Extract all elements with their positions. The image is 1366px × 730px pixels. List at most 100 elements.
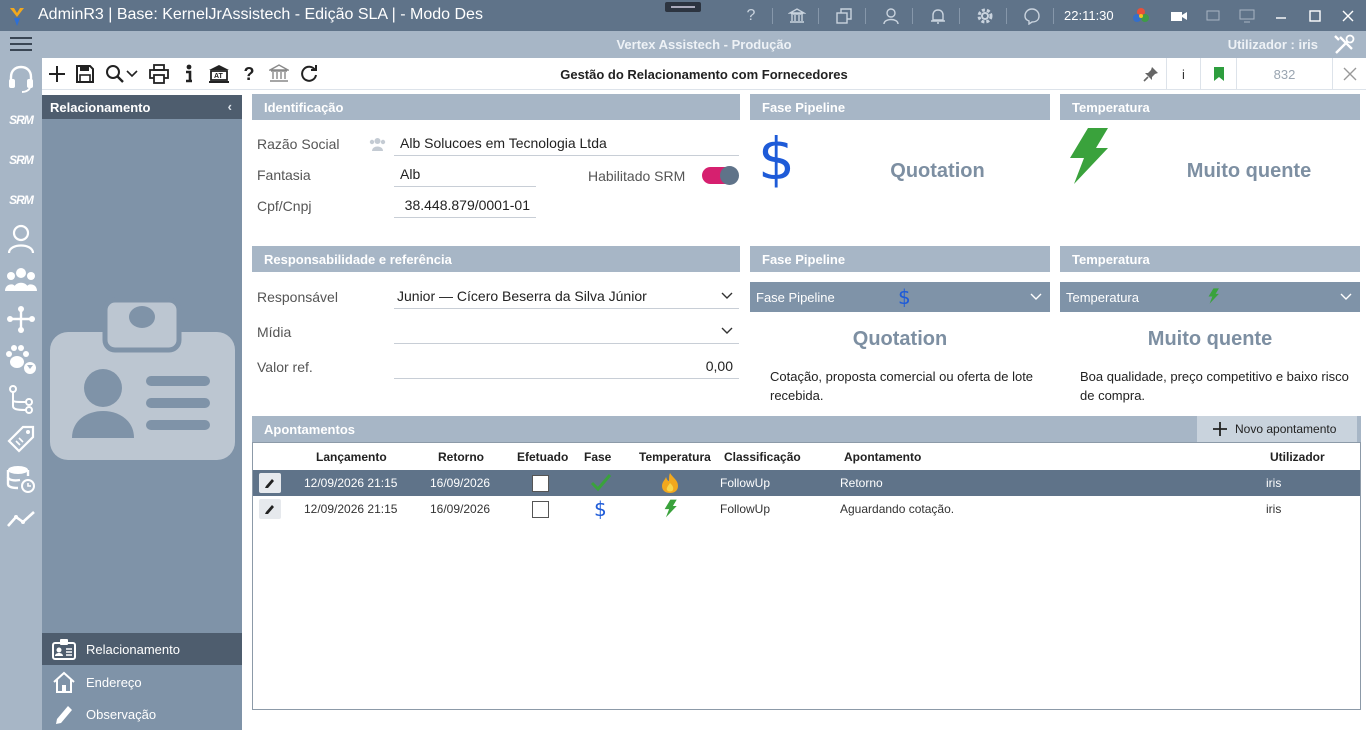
close-form-icon[interactable] bbox=[1332, 58, 1366, 90]
video-camera-icon[interactable] bbox=[1168, 5, 1190, 27]
group-icon[interactable] bbox=[4, 262, 38, 296]
info-button[interactable]: i bbox=[1166, 58, 1200, 90]
col-utilizador[interactable]: Utilizador bbox=[1270, 450, 1325, 464]
id-card-icon bbox=[42, 638, 86, 660]
lightning-icon bbox=[664, 499, 677, 518]
pencil-icon[interactable] bbox=[259, 499, 281, 519]
table-row[interactable]: 12/09/2026 21:15 16/09/2026 FollowUp Ret… bbox=[253, 470, 1360, 496]
pencil-icon[interactable] bbox=[259, 473, 281, 493]
company-bar: Vertex Assistech - Produção Utilizador :… bbox=[42, 31, 1366, 58]
cell-classificacao: FollowUp bbox=[720, 476, 771, 490]
col-efetuado[interactable]: Efetuado bbox=[517, 450, 568, 464]
separator bbox=[1006, 8, 1007, 24]
pin-icon[interactable] bbox=[1136, 58, 1166, 90]
srm-icon[interactable]: SRM bbox=[4, 103, 38, 137]
col-fase[interactable]: Fase bbox=[584, 450, 611, 464]
lightning-icon bbox=[1208, 288, 1219, 304]
srm-icon[interactable]: SRM bbox=[4, 143, 38, 177]
nav-label: Relacionamento bbox=[86, 641, 180, 657]
menu-icon[interactable] bbox=[0, 31, 42, 58]
efetuado-checkbox[interactable] bbox=[532, 475, 549, 492]
cell-lancamento: 12/09/2026 21:15 bbox=[304, 476, 398, 490]
cnpj-label: Cpf/Cnpj bbox=[257, 198, 312, 214]
bell-icon[interactable] bbox=[927, 5, 949, 27]
flow-icon[interactable] bbox=[4, 382, 38, 416]
company-name: Vertex Assistech - Produção bbox=[616, 37, 792, 52]
nav-observacao[interactable]: Observação bbox=[42, 698, 242, 730]
cell-retorno: 16/09/2026 bbox=[430, 502, 491, 516]
razao-field[interactable]: Alb Solucoes em Tecnologia Ltda bbox=[394, 132, 739, 156]
tools-icon[interactable] bbox=[1332, 33, 1358, 57]
fase-selected-value: Quotation bbox=[852, 328, 948, 350]
monitor-icon[interactable] bbox=[1236, 5, 1258, 27]
nav-relacionamento[interactable]: Relacionamento bbox=[42, 633, 242, 665]
database-restore-icon[interactable] bbox=[4, 462, 38, 496]
chat-icon[interactable] bbox=[1021, 5, 1043, 27]
network-icon[interactable] bbox=[4, 302, 38, 336]
srm-toggle[interactable] bbox=[702, 166, 739, 185]
nav-endereco[interactable]: Endereço bbox=[42, 666, 242, 698]
new-apontamento-button[interactable]: Novo apontamento bbox=[1197, 416, 1357, 442]
srm-icon[interactable]: SRM bbox=[4, 183, 38, 217]
valor-field[interactable]: 0,00 bbox=[394, 355, 739, 379]
help-icon[interactable]: ? bbox=[740, 5, 762, 27]
fantasia-field[interactable]: Alb bbox=[394, 163, 536, 187]
cell-apontamento: Aguardando cotação. bbox=[840, 502, 955, 516]
separator bbox=[959, 8, 960, 24]
chevron-down-icon bbox=[721, 292, 733, 299]
chevron-left-icon[interactable]: ‹ bbox=[228, 99, 232, 114]
apontamentos-grid: Lançamento Retorno Efetuado Fase Tempera… bbox=[252, 442, 1361, 710]
close-window-icon[interactable] bbox=[1337, 5, 1359, 27]
chart-line-icon[interactable] bbox=[4, 502, 38, 536]
bank-icon[interactable] bbox=[786, 5, 808, 27]
color-wheel-icon[interactable] bbox=[1130, 5, 1152, 27]
side-panel-header[interactable]: Relacionamento ‹ bbox=[42, 95, 242, 119]
temperatura-select[interactable]: Temperatura bbox=[1060, 282, 1360, 312]
fase-pipeline-select[interactable]: Fase Pipeline $ bbox=[750, 282, 1050, 312]
fase-value: Quotation bbox=[890, 160, 985, 182]
col-temperatura[interactable]: Temperatura bbox=[639, 450, 711, 464]
section-responsabilidade: Responsabilidade e referência bbox=[252, 246, 740, 272]
responsavel-value: Junior — Cícero Beserra da Silva Júnior bbox=[397, 288, 647, 304]
windows-icon[interactable] bbox=[833, 5, 855, 27]
section-fase-pipeline: Fase Pipeline bbox=[750, 94, 1050, 120]
dollar-icon: $ bbox=[758, 125, 795, 193]
responsavel-select[interactable]: Junior — Cícero Beserra da Silva Júnior bbox=[394, 285, 739, 309]
person-icon[interactable] bbox=[4, 222, 38, 256]
efetuado-checkbox[interactable] bbox=[532, 501, 549, 518]
minimize-icon[interactable] bbox=[1270, 5, 1292, 27]
minimize-window-icon[interactable] bbox=[1202, 5, 1224, 27]
col-classificacao[interactable]: Classificação bbox=[724, 450, 801, 464]
drag-handle[interactable] bbox=[665, 2, 701, 12]
cell-apontamento: Retorno bbox=[840, 476, 883, 490]
maximize-icon[interactable] bbox=[1304, 5, 1326, 27]
table-row[interactable]: 12/09/2026 21:15 16/09/2026 $ FollowUp A… bbox=[253, 496, 1360, 522]
section-temperatura-edit: Temperatura bbox=[1060, 246, 1360, 272]
side-panel: Relacionamento ‹ Relacionamento Endereço… bbox=[42, 95, 242, 730]
tag-icon[interactable] bbox=[4, 422, 38, 456]
col-retorno[interactable]: Retorno bbox=[438, 450, 484, 464]
razao-label: Razão Social bbox=[257, 136, 340, 152]
paw-filter-icon[interactable] bbox=[4, 342, 38, 376]
fase-combo-label: Fase Pipeline bbox=[756, 290, 835, 305]
section-fase-pipeline-edit: Fase Pipeline bbox=[750, 246, 1050, 272]
chevron-down-icon bbox=[1340, 293, 1352, 300]
gear-icon[interactable] bbox=[974, 5, 996, 27]
col-apontamento[interactable]: Apontamento bbox=[844, 450, 921, 464]
window-title: AdminR3 | Base: KernelJrAssistech - Ediç… bbox=[38, 6, 483, 23]
user-icon[interactable] bbox=[880, 5, 902, 27]
col-lancamento[interactable]: Lançamento bbox=[316, 450, 387, 464]
midia-select[interactable] bbox=[394, 320, 739, 344]
clock: 22:11:30 bbox=[1064, 8, 1114, 23]
bookmark-icon[interactable] bbox=[1200, 58, 1236, 90]
module-rail: SRM SRM SRM bbox=[0, 58, 42, 730]
current-user: Utilizador : iris bbox=[1227, 37, 1318, 52]
toolbar: AT ? Gestão do Relacionamento com Fornec… bbox=[42, 58, 1366, 90]
fantasia-label: Fantasia bbox=[257, 167, 311, 183]
title-bar: AdminR3 | Base: KernelJrAssistech - Ediç… bbox=[0, 0, 1366, 31]
headset-icon[interactable] bbox=[4, 62, 38, 96]
responsavel-label: Responsável bbox=[257, 289, 338, 305]
cnpj-field[interactable]: 38.448.879/0001-01 bbox=[394, 194, 536, 218]
separator bbox=[772, 8, 773, 24]
new-apontamento-label: Novo apontamento bbox=[1235, 422, 1337, 436]
